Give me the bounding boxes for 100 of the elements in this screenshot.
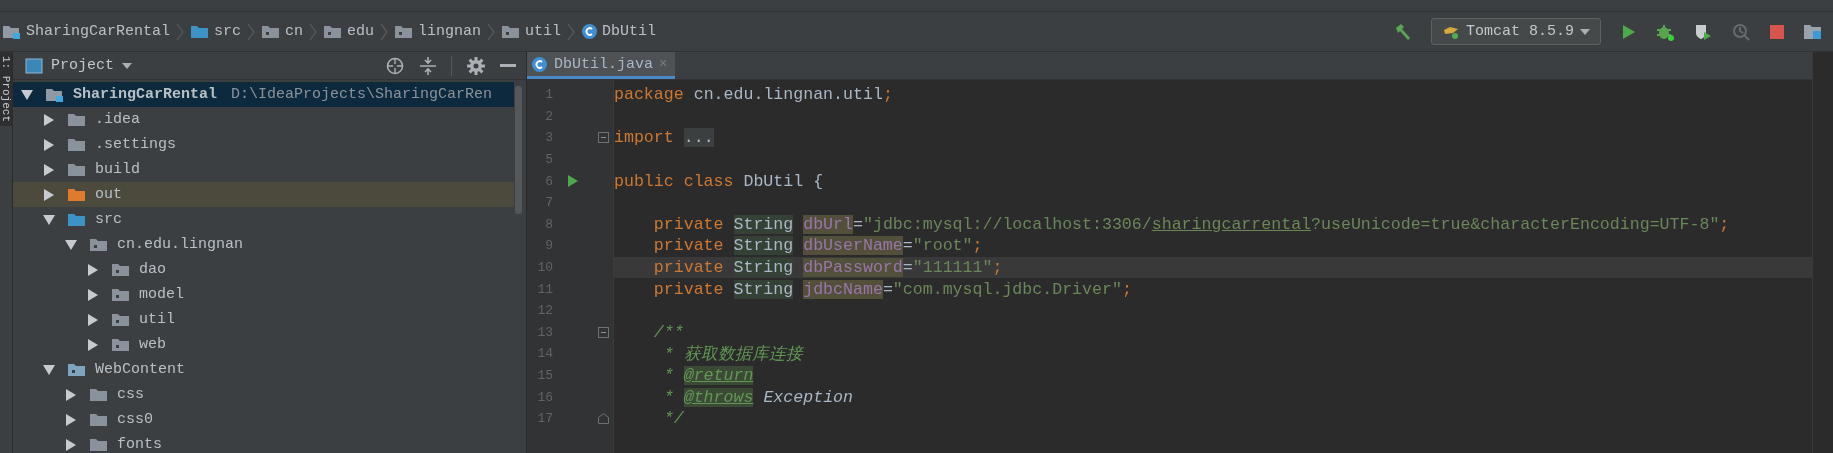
breadcrumb-item[interactable]: util bbox=[525, 23, 562, 40]
tree-row[interactable]: build bbox=[13, 157, 514, 182]
folder-icon bbox=[67, 136, 87, 153]
breadcrumb-item[interactable]: DbUtil bbox=[602, 23, 657, 40]
tree-row[interactable]: cn.edu.lingnan bbox=[13, 232, 514, 257]
chevron-icon bbox=[247, 21, 256, 42]
expanded-arrow-icon[interactable] bbox=[65, 238, 77, 251]
expanded-arrow-icon[interactable] bbox=[43, 363, 55, 376]
folder-icon bbox=[190, 23, 211, 40]
scrollbar[interactable] bbox=[515, 86, 522, 214]
chevron-icon bbox=[567, 21, 576, 42]
package-folder-icon bbox=[111, 261, 131, 278]
type-name: String bbox=[733, 279, 794, 299]
tree-row[interactable]: WebContent bbox=[13, 357, 514, 382]
collapsed-arrow-icon[interactable] bbox=[43, 163, 55, 176]
string-literal: "jdbc:mysql://localhost:3306/ bbox=[862, 214, 1152, 234]
type-name: String bbox=[733, 214, 794, 234]
keyword: ; bbox=[882, 85, 893, 105]
tree-row[interactable]: css bbox=[13, 382, 514, 407]
code-text: = bbox=[902, 258, 913, 278]
code-text: = bbox=[902, 236, 913, 256]
collapse-all-icon[interactable] bbox=[419, 55, 437, 76]
tree-row[interactable]: .settings bbox=[13, 132, 514, 157]
folder-icon bbox=[89, 436, 109, 453]
tree-row[interactable]: out bbox=[13, 182, 514, 207]
class-icon bbox=[581, 23, 599, 40]
collapsed-arrow-icon[interactable] bbox=[87, 338, 99, 351]
run-configuration-dropdown[interactable]: Tomcat 8.5.9 bbox=[1430, 18, 1601, 45]
package-folder-icon bbox=[111, 336, 131, 353]
tool-window-tab[interactable]: 1: Project bbox=[0, 52, 12, 126]
minimize-icon[interactable] bbox=[500, 63, 516, 68]
collapsed-arrow-icon[interactable] bbox=[87, 313, 99, 326]
field-name: dbUrl bbox=[803, 214, 853, 234]
collapsed-arrow-icon[interactable] bbox=[43, 113, 55, 126]
package-folder-icon bbox=[394, 23, 415, 40]
keyword: private bbox=[653, 214, 725, 234]
tree-row[interactable]: model bbox=[13, 282, 514, 307]
keyword: ; bbox=[1121, 279, 1132, 299]
keyword: ; bbox=[1719, 214, 1730, 234]
string-literal: ?useUnicode=true&characterEncoding=UTF-8" bbox=[1311, 214, 1720, 234]
doc-comment: * bbox=[663, 387, 675, 407]
doc-tag: @return bbox=[683, 366, 754, 385]
collapsed-arrow-icon[interactable] bbox=[87, 288, 99, 301]
fold-icon[interactable] bbox=[598, 132, 609, 144]
keyword: public class bbox=[614, 171, 735, 191]
tree-row[interactable]: dao bbox=[13, 257, 514, 282]
string-literal: "root" bbox=[912, 236, 973, 256]
project-view-dropdown[interactable]: Project bbox=[25, 57, 132, 74]
collapsed-arrow-icon[interactable] bbox=[65, 438, 77, 451]
stop-icon[interactable] bbox=[1769, 23, 1785, 40]
expanded-arrow-icon[interactable] bbox=[43, 213, 55, 226]
tree-row[interactable]: util bbox=[13, 307, 514, 332]
collapsed-arrow-icon[interactable] bbox=[43, 138, 55, 151]
folder-icon bbox=[67, 111, 87, 128]
tree-row[interactable]: .idea bbox=[13, 107, 514, 132]
collapsed-arrow-icon[interactable] bbox=[65, 413, 77, 426]
chevron-icon bbox=[176, 21, 185, 42]
breadcrumb-item[interactable]: src bbox=[214, 23, 242, 40]
collapsed-arrow-icon[interactable] bbox=[87, 263, 99, 276]
run-icon[interactable] bbox=[567, 174, 579, 189]
code-text: cn.edu.lingnan.util bbox=[693, 85, 883, 105]
code-text: DbUtil { bbox=[743, 171, 824, 191]
folder-icon bbox=[89, 411, 109, 428]
string-literal: "com.mysql.jdbc.Driver" bbox=[892, 279, 1122, 299]
tree-row[interactable]: src bbox=[13, 207, 514, 232]
code-text: = bbox=[882, 279, 893, 299]
settings-icon[interactable] bbox=[466, 55, 486, 76]
breadcrumb-item[interactable]: SharingCarRental bbox=[26, 23, 171, 40]
tree-row[interactable]: SharingCarRental D:\IdeaProjects\SharingCarRen bbox=[13, 82, 514, 107]
tree-row[interactable]: web bbox=[13, 332, 514, 357]
url-link[interactable]: sharingcarrental bbox=[1151, 214, 1312, 234]
locate-icon[interactable] bbox=[385, 55, 405, 76]
chevron-icon bbox=[309, 21, 318, 42]
tree-row[interactable]: fonts bbox=[13, 432, 514, 453]
doc-comment: */ bbox=[663, 409, 684, 429]
package-folder-icon bbox=[501, 23, 522, 40]
fold-end-icon[interactable] bbox=[598, 413, 609, 425]
doc-reference: Exception bbox=[762, 387, 853, 407]
folder-icon bbox=[67, 211, 87, 228]
code-text: = bbox=[853, 214, 863, 234]
keyword: ; bbox=[972, 236, 983, 256]
breadcrumb-item[interactable]: edu bbox=[347, 23, 375, 40]
fold-icon[interactable] bbox=[598, 326, 609, 338]
chevron-icon bbox=[487, 21, 496, 42]
type-name: String bbox=[733, 258, 794, 278]
type-name: String bbox=[733, 236, 794, 256]
keyword: ; bbox=[992, 258, 1003, 278]
collapsed-arrow-icon[interactable] bbox=[65, 388, 77, 401]
folded-code[interactable]: ... bbox=[683, 128, 714, 148]
folder-icon bbox=[67, 161, 87, 178]
tree-row[interactable]: css0 bbox=[13, 407, 514, 432]
breadcrumb-item[interactable]: cn bbox=[285, 23, 304, 40]
doc-tag: @throws bbox=[683, 387, 754, 407]
expanded-arrow-icon[interactable] bbox=[21, 88, 33, 101]
breadcrumb-item[interactable]: lingnan bbox=[418, 23, 482, 40]
package-folder-icon bbox=[67, 361, 87, 378]
collapsed-arrow-icon[interactable] bbox=[43, 188, 55, 201]
editor-tab[interactable]: DbUtil.java × bbox=[527, 52, 676, 79]
dropdown-arrow-icon bbox=[1580, 28, 1590, 35]
class-icon bbox=[531, 55, 548, 73]
